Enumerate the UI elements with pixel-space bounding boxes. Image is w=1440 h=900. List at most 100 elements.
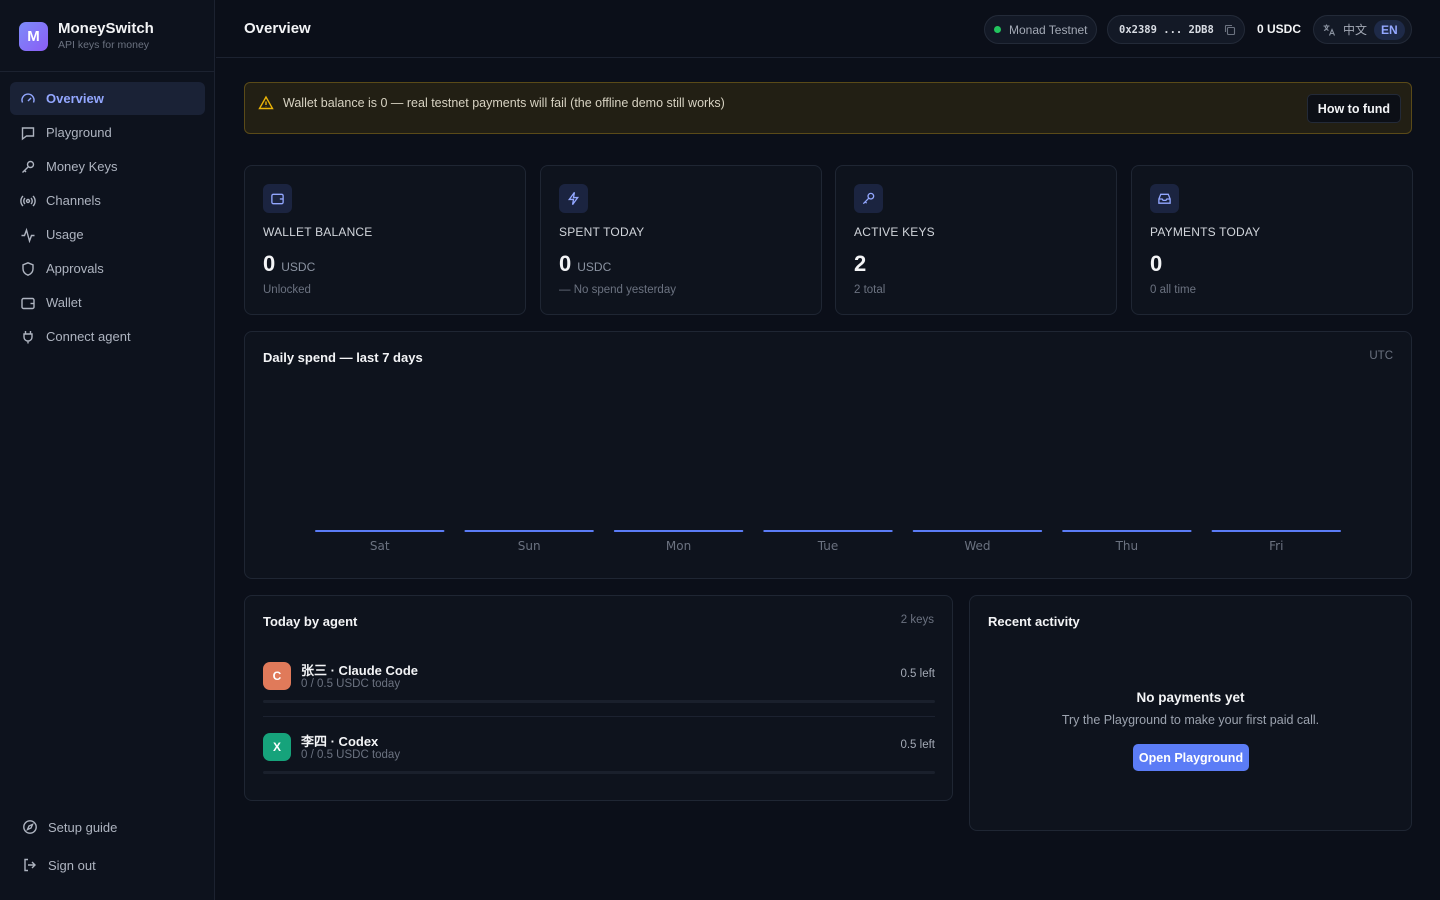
warning-icon (258, 95, 274, 110)
how-to-fund-button[interactable]: How to fund (1306, 94, 1401, 123)
brand[interactable]: M MoneySwitch API keys for money (19, 21, 154, 51)
agent-row[interactable]: X 李四 · Codex 0 / 0.5 USDC today 0.5 left (263, 728, 935, 798)
compass-icon (23, 820, 37, 834)
agent-budget-bar (263, 771, 935, 774)
stat-number: 0 (1150, 251, 1163, 276)
stat-icon-box (1150, 184, 1179, 213)
stat-card-spent-today: SPENT TODAY 0 USDC — No spend yesterday (540, 165, 822, 315)
wallet-icon (271, 193, 284, 205)
chart-bar[interactable] (1211, 530, 1341, 532)
stat-card-active-keys: ACTIVE KEYS 2 2 total (835, 165, 1117, 315)
sidebar-item-connect-agent[interactable]: Connect agent (10, 320, 205, 353)
agents-title: Today by agent (263, 614, 358, 629)
stat-subtext: Unlocked (263, 284, 311, 296)
brand-logo: M (19, 21, 48, 51)
sidebar-item-approvals[interactable]: Approvals (10, 252, 205, 285)
bolt-icon (567, 192, 580, 205)
sidebar-item-overview[interactable]: Overview (10, 82, 205, 115)
agent-remaining: 0.5 left (900, 668, 935, 680)
stat-value: 0 USDC (263, 251, 315, 277)
chart-bar[interactable] (315, 530, 445, 532)
chart-x-tick-label: Thu (1115, 539, 1139, 553)
stat-label: SPENT TODAY (559, 225, 645, 239)
chart-x-tick-label: Wed (964, 539, 990, 553)
copy-icon[interactable] (1224, 24, 1236, 36)
stat-icon-box (263, 184, 292, 213)
top-header: Overview Monad Testnet 0x2389 ... 2DB8 0… (216, 0, 1440, 58)
chart-bar[interactable] (763, 530, 893, 532)
plug-icon (23, 330, 33, 343)
sidebar-divider (0, 71, 214, 72)
wallet-icon (21, 297, 35, 309)
open-playground-button[interactable]: Open Playground (1133, 744, 1249, 771)
stat-subtext: 2 total (854, 284, 886, 296)
key-icon (862, 192, 875, 205)
activity-title: Recent activity (988, 614, 1080, 629)
stat-subtext: 0 all time (1150, 284, 1197, 296)
language-option-en[interactable]: EN (1374, 19, 1405, 40)
sidebar-item-money-keys[interactable]: Money Keys (10, 150, 205, 183)
network-badge[interactable]: Monad Testnet (984, 15, 1097, 44)
agent-avatar: X (263, 733, 291, 761)
sidebar-item-usage[interactable]: Usage (10, 218, 205, 251)
online-status-dot (994, 26, 1001, 33)
stat-number: 0 (559, 251, 572, 276)
gauge-icon (21, 92, 35, 103)
sidebar-item-setup-guide[interactable]: Setup guide (12, 810, 205, 844)
wallet-address: 0x2389 ... 2DB8 (1119, 23, 1214, 36)
empty-state-description: Try the Playground to make your first pa… (1061, 713, 1320, 727)
inbox-icon (1158, 193, 1171, 204)
sidebar-item-label: Money Keys (46, 159, 118, 174)
chart-bar[interactable] (1062, 530, 1192, 532)
stat-icon-box (559, 184, 588, 213)
shield-icon (22, 261, 34, 276)
chat-icon (21, 126, 35, 140)
sign-out-button[interactable]: Sign out (12, 848, 205, 882)
stat-value: 0 USDC (559, 251, 611, 277)
daily-spend-chart-card: Daily spend — last 7 days UTC Sat Sun Mon T… (244, 331, 1412, 579)
chart-bar[interactable] (912, 530, 1043, 532)
sidebar-item-label: Overview (46, 91, 104, 106)
chart-x-tick-label: Sat (370, 539, 390, 553)
divider (263, 716, 935, 717)
sidebar-item-label: Channels (46, 193, 101, 208)
agent-remaining: 0.5 left (900, 739, 935, 751)
stat-value: 2 (854, 251, 866, 277)
agents-key-count: 2 keys (900, 614, 934, 626)
agent-row[interactable]: C 张三 · Claude Code 0 / 0.5 USDC today 0.… (263, 657, 935, 727)
logout-icon (24, 858, 36, 872)
language-switcher[interactable]: 中文 EN (1313, 15, 1412, 44)
wallet-address-pill[interactable]: 0x2389 ... 2DB8 (1107, 15, 1245, 44)
chart-x-tick-label: Sun (518, 539, 541, 553)
warning-text: Wallet balance is 0 — real testnet payme… (283, 96, 725, 110)
sidebar-bottom-nav: Setup guide Sign out (12, 810, 205, 886)
sidebar-item-label: Usage (46, 227, 84, 242)
stat-number: 2 (854, 251, 867, 276)
stat-subtext: — No spend yesterday (559, 284, 676, 296)
network-label: Monad Testnet (1009, 22, 1088, 37)
key-icon (22, 160, 35, 173)
sidebar-item-channels[interactable]: Channels (10, 184, 205, 217)
language-option-zh[interactable]: 中文 (1343, 21, 1367, 38)
translate-icon (1323, 24, 1336, 36)
stat-value: 0 (1150, 251, 1162, 277)
wallet-warning-banner: Wallet balance is 0 — real testnet payme… (244, 82, 1412, 134)
chart-x-tick-label: Fri (1269, 539, 1283, 553)
sidebar-item-label: Connect agent (46, 329, 131, 344)
agent-name: 张三 · Claude Code (301, 663, 419, 678)
sidebar-item-wallet[interactable]: Wallet (10, 286, 205, 319)
chart-bar[interactable] (613, 530, 744, 532)
daily-spend-chart: Sat Sun Mon Tue Wed Thu Fri (315, 530, 1341, 553)
agent-budget-bar (263, 700, 935, 703)
stat-label: PAYMENTS TODAY (1150, 225, 1261, 239)
page-title: Overview (244, 20, 311, 37)
activity-icon (21, 227, 35, 243)
stat-icon-box (854, 184, 883, 213)
sidebar-item-playground[interactable]: Playground (10, 116, 205, 149)
stat-unit: USDC (577, 260, 612, 274)
stat-number: 0 (263, 251, 276, 276)
agent-avatar: C (263, 662, 291, 690)
stat-unit: USDC (281, 260, 316, 274)
chart-bar[interactable] (464, 530, 594, 532)
today-by-agent-card: Today by agent 2 keys C 张三 · Claude Code… (244, 595, 953, 801)
